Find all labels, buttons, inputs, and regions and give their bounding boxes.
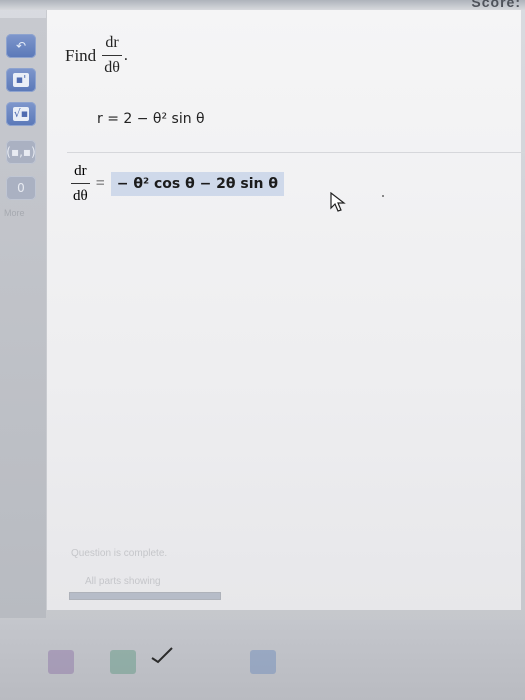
progress-fill [70,593,220,599]
progress-label: All parts showing [85,576,161,587]
taskbar [0,620,525,700]
question-status-text: Question is complete. [71,548,168,559]
interval-icon: (▪,▪) [6,145,36,159]
undo-button[interactable]: ↶ [6,34,36,58]
answer-fraction-bar [71,183,90,184]
fraction-denominator: dθ [104,59,120,76]
stray-dot [382,195,384,197]
question-prompt: Find dr dθ . [65,34,128,77]
answer-denominator: dθ [73,188,88,204]
prompt-period: . [123,46,128,64]
top-bar: Score: [0,0,525,10]
math-toolbar: ↶ ▪' √▪ (▪,▪) 0 More [0,18,46,618]
find-label: Find [65,45,97,65]
answer-fraction: dr dθ [71,162,90,205]
question-panel: Find dr dθ . r = 2 − θ² sin θ dr dθ = − … [46,10,525,610]
sqrt-icon: √▪ [13,107,29,121]
sqrt-button[interactable]: √▪ [6,102,36,126]
derivative-fraction: dr dθ [102,34,122,77]
mouse-cursor-icon [330,192,346,212]
undo-icon: ↶ [15,39,27,53]
answer-row: dr dθ = − θ² cos θ − 2θ sin θ [65,162,284,205]
checkmark-icon [151,647,173,664]
more-tools-button[interactable]: More [4,208,25,218]
answer-numerator: dr [74,163,87,179]
given-equation: r = 2 − θ² sin θ [97,111,205,127]
score-label: Score: [471,0,521,10]
divider [67,152,525,153]
progress-bar [69,592,221,600]
equals-sign: = [95,174,105,192]
fraction-numerator: dr [105,34,119,51]
exponent-icon: ▪' [13,73,29,87]
app-icon[interactable] [250,650,276,674]
zero-button[interactable]: 0 [6,176,36,200]
app-icon[interactable] [110,650,136,674]
answer-input[interactable]: − θ² cos θ − 2θ sin θ [110,171,284,196]
zero-icon: 0 [17,181,25,195]
fraction-bar [102,55,122,56]
app-icon[interactable] [48,650,74,674]
interval-button[interactable]: (▪,▪) [6,140,36,164]
exponent-button[interactable]: ▪' [6,68,36,92]
